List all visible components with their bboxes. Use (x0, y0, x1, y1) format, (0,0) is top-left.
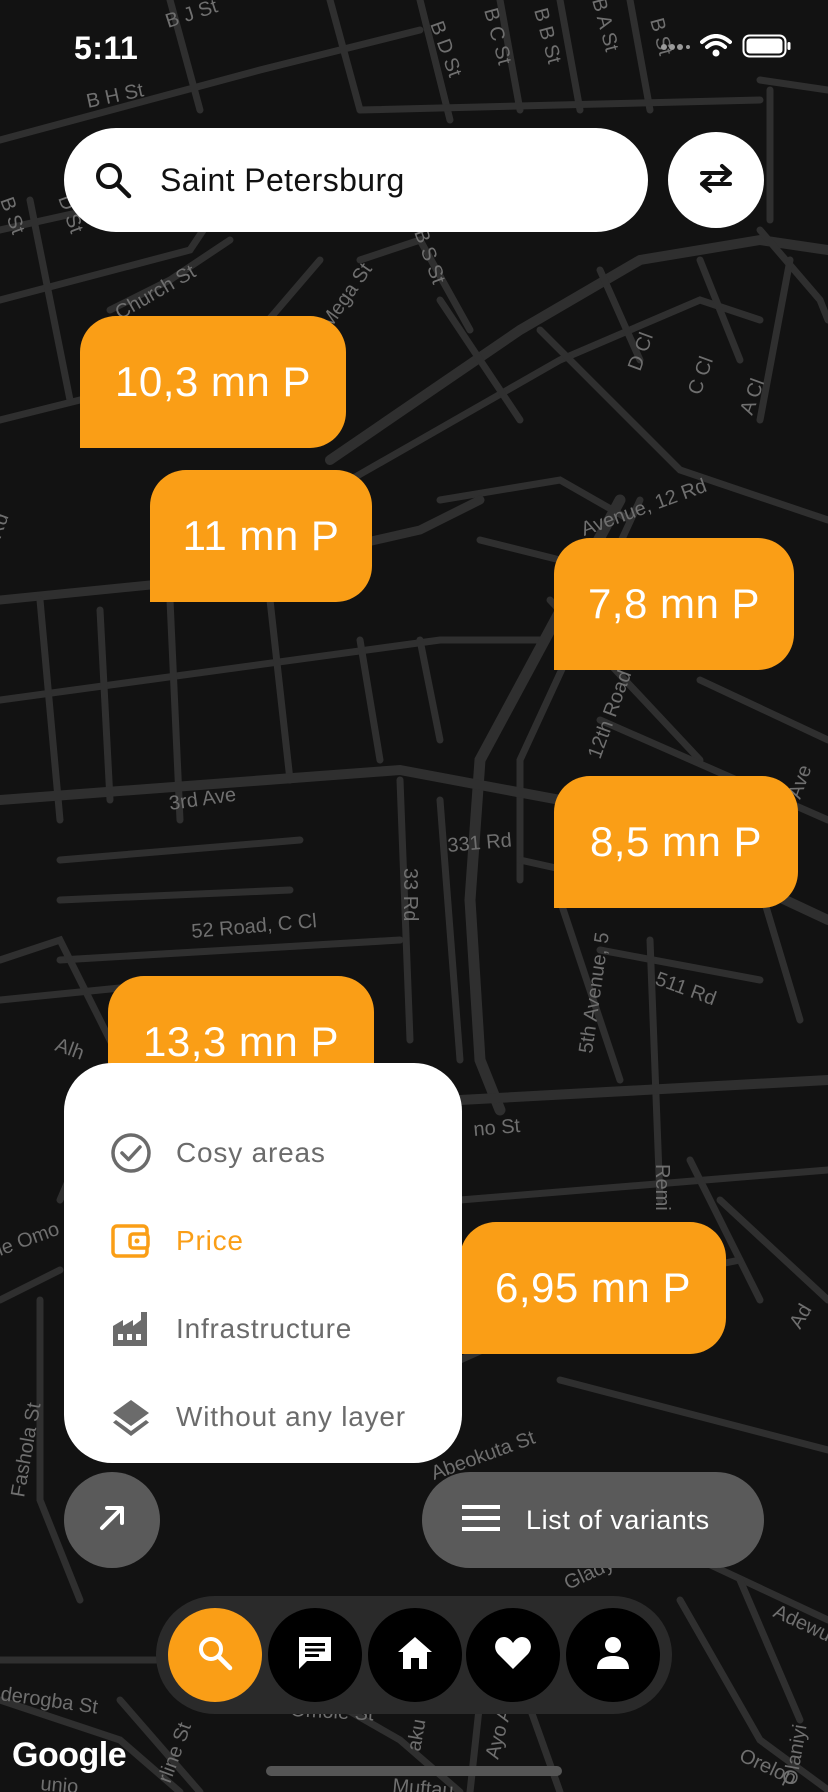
home-indicator[interactable] (266, 1766, 562, 1776)
search-bar[interactable]: Saint Petersburg (64, 128, 648, 232)
svg-text:Avenue, 12 Rd: Avenue, 12 Rd (578, 475, 710, 541)
svg-text:Ad: Ad (785, 1300, 816, 1332)
layer-item-without-layer[interactable]: Without any layer (110, 1373, 462, 1461)
list-of-variants-label: List of variants (526, 1504, 710, 1535)
svg-text:331 Rd: 331 Rd (447, 829, 513, 857)
nav-search[interactable] (168, 1608, 262, 1702)
layer-item-cosy-areas[interactable]: Cosy areas (110, 1109, 462, 1197)
svg-text:Rd: Rd (0, 510, 13, 542)
layer-item-label: Price (176, 1225, 244, 1256)
google-logo: Google (12, 1736, 127, 1774)
check-circle-icon (110, 1132, 152, 1174)
price-marker[interactable]: 6,95 mn P (460, 1222, 726, 1354)
menu-icon (462, 1504, 500, 1537)
svg-text:unjo: unjo (40, 1773, 80, 1792)
svg-text:12th Road: 12th Road (584, 667, 636, 761)
layer-item-label: Cosy areas (176, 1137, 326, 1168)
search-icon (196, 1634, 234, 1677)
price-marker[interactable]: 7,8 mn P (554, 538, 794, 670)
signal-icon (660, 40, 690, 58)
wallet-icon (110, 1220, 152, 1262)
nav-profile[interactable] (566, 1608, 660, 1702)
status-icons (660, 34, 792, 63)
price-marker[interactable]: 10,3 mn P (80, 316, 346, 448)
svg-text:B A St: B A St (587, 0, 622, 54)
swap-button[interactable] (668, 132, 764, 228)
svg-text:511 Rd: 511 Rd (652, 968, 719, 1010)
svg-text:no St: no St (473, 1115, 522, 1141)
swap-arrows-icon (696, 163, 736, 198)
status-time: 5:11 (74, 30, 139, 66)
layers-icon (110, 1396, 152, 1438)
battery-icon (742, 34, 792, 63)
svg-text:Alh: Alh (52, 1034, 87, 1065)
svg-text:C Cl: C Cl (684, 354, 718, 398)
price-marker[interactable]: 11 mn P (150, 470, 372, 602)
layer-menu: Cosy areas Price Infrastructure Without … (64, 1063, 462, 1463)
svg-text:33 Rd: 33 Rd (399, 868, 421, 921)
layer-item-label: Without any layer (176, 1401, 406, 1432)
svg-text:B S St: B S St (409, 226, 449, 287)
layer-item-price[interactable]: Price (110, 1197, 462, 1285)
wifi-icon (700, 34, 732, 63)
person-icon (593, 1633, 633, 1678)
layer-item-infrastructure[interactable]: Infrastructure (110, 1285, 462, 1373)
svg-text:le Omo: le Omo (0, 1218, 62, 1261)
nav-favorites[interactable] (466, 1608, 560, 1702)
price-marker[interactable]: 8,5 mn P (554, 776, 798, 908)
nav-chat[interactable] (268, 1608, 362, 1702)
svg-text:52 Road, C Cl: 52 Road, C Cl (191, 910, 318, 943)
nav-home[interactable] (368, 1608, 462, 1702)
layer-item-label: Infrastructure (176, 1313, 353, 1344)
list-of-variants-button[interactable]: List of variants (422, 1472, 764, 1568)
svg-text:Remi: Remi (651, 1164, 673, 1211)
search-icon (92, 159, 134, 201)
bottom-nav (156, 1596, 672, 1714)
factory-icon (110, 1308, 152, 1350)
chat-icon (295, 1633, 335, 1678)
screen: B J St B H St B D St B C St B B St B A S… (0, 0, 828, 1792)
home-icon (395, 1633, 435, 1678)
search-input[interactable]: Saint Petersburg (160, 162, 405, 199)
arrow-up-right-icon (96, 1502, 128, 1539)
heart-icon (493, 1633, 533, 1678)
expand-button[interactable] (64, 1472, 160, 1568)
